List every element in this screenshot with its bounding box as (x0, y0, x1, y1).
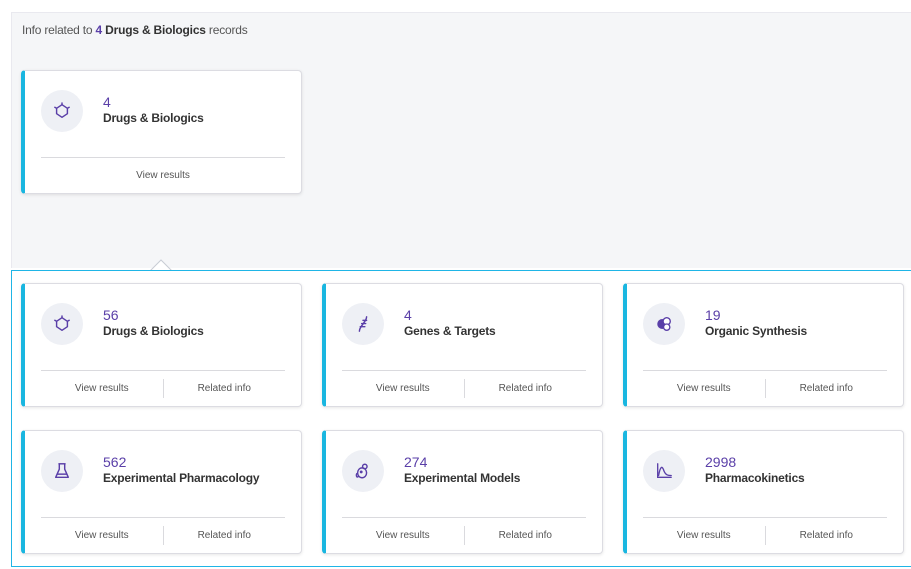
related-card-genes-targets: 4 Genes & Targets View results Related i… (322, 283, 603, 407)
content-type-label: Drugs & Biologics (103, 111, 204, 125)
related-card-experimental-pharmacology: 562 Experimental Pharmacology View resul… (21, 430, 302, 554)
view-results-link[interactable]: View results (342, 518, 464, 553)
related-info-link[interactable]: Related info (463, 526, 587, 545)
view-results-link[interactable]: View results (643, 518, 765, 553)
related-card-organic-synthesis: 19 Organic Synthesis View results Relate… (623, 283, 904, 407)
result-count: 2998 (705, 454, 737, 470)
view-results-link[interactable]: View results (41, 371, 163, 406)
content-type-label: Organic Synthesis (705, 324, 807, 338)
header-prefix: Info related to (22, 23, 93, 37)
result-count: 562 (103, 454, 127, 470)
view-results-link[interactable]: View results (643, 371, 765, 406)
section-header: Info related to 4 Drugs & Biologics reco… (22, 23, 248, 37)
related-info-link[interactable]: Related info (764, 526, 888, 545)
view-results-link[interactable]: View results (41, 518, 163, 553)
source-card-drugs-biologics: 4 Drugs & Biologics View results (21, 70, 302, 194)
related-card-experimental-models: 274 Experimental Models View results Rel… (322, 430, 603, 554)
result-count: 274 (404, 454, 428, 470)
mouse-icon (342, 450, 384, 492)
related-info-link[interactable]: Related info (463, 379, 587, 398)
drug-molecule-icon (41, 303, 83, 345)
result-count: 4 (103, 94, 111, 110)
related-info-link[interactable]: Related info (764, 379, 888, 398)
pk-curve-icon (643, 450, 685, 492)
flask-icon (41, 450, 83, 492)
related-info-link[interactable]: Related info (162, 379, 286, 398)
related-card-drugs-biologics: 56 Drugs & Biologics View results Relate… (21, 283, 302, 407)
content-type-label: Genes & Targets (404, 324, 496, 338)
view-results-link[interactable]: View results (342, 371, 464, 406)
view-results-link[interactable]: View results (41, 158, 285, 193)
content-type-label: Experimental Models (404, 471, 521, 485)
header-content-type: Drugs & Biologics (105, 23, 206, 37)
result-count: 56 (103, 307, 119, 323)
result-count: 4 (404, 307, 412, 323)
content-type-label: Experimental Pharmacology (103, 471, 260, 485)
header-suffix: records (208, 23, 248, 37)
dna-icon (342, 303, 384, 345)
related-card-pharmacokinetics: 2998 Pharmacokinetics View results Relat… (623, 430, 904, 554)
content-type-label: Drugs & Biologics (103, 324, 204, 338)
header-count: 4 (95, 23, 103, 37)
content-type-label: Pharmacokinetics (705, 471, 805, 485)
result-count: 19 (705, 307, 721, 323)
drug-molecule-icon (41, 90, 83, 132)
related-info-link[interactable]: Related info (162, 526, 286, 545)
synthesis-icon (643, 303, 685, 345)
